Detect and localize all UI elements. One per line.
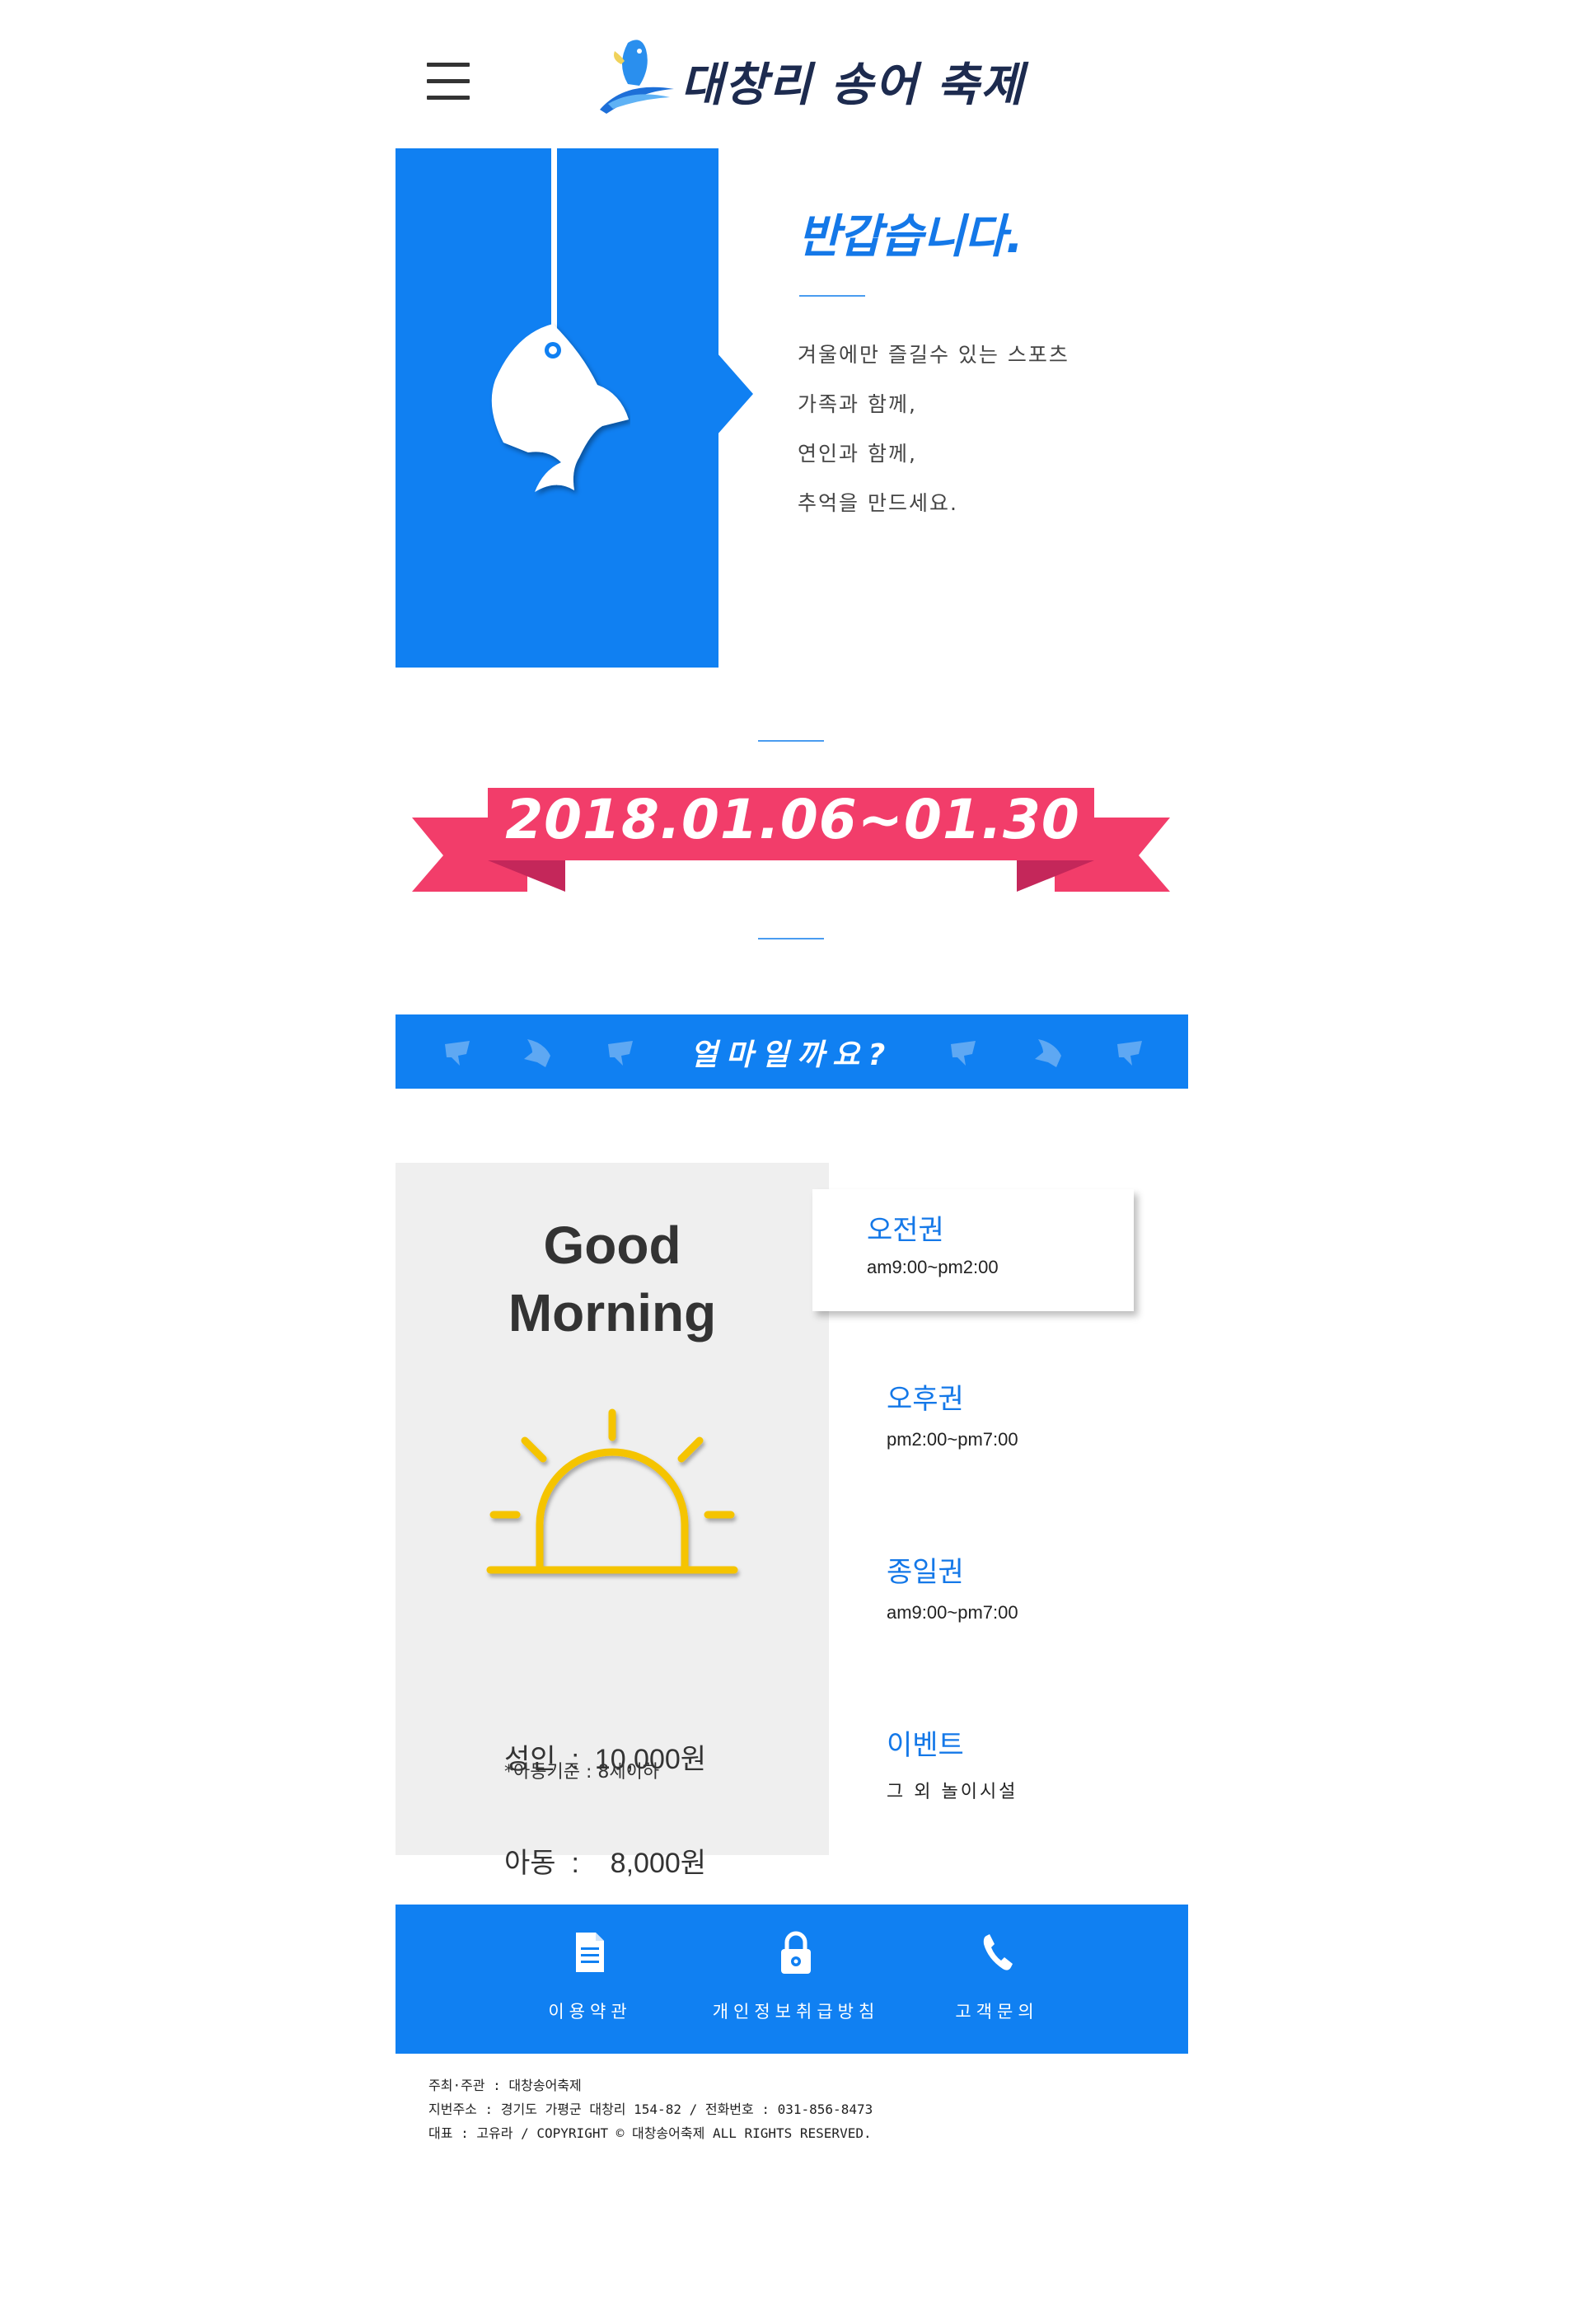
nav-label: 고객문의 — [955, 2002, 1039, 2022]
menu-bar — [427, 79, 470, 83]
child-age-note: *아동기준 : 8세이하 — [504, 1762, 660, 1783]
menu-bar — [427, 96, 470, 100]
ticket-afternoon[interactable]: 오후권 pm2:00~pm7:00 — [887, 1376, 1150, 1467]
intro-line: 연인과 함께, — [798, 442, 917, 466]
ticket-event[interactable]: 이벤트 그 외 놀이시설 — [887, 1722, 1150, 1813]
document-icon — [576, 1933, 604, 1972]
fish-logo-icon — [600, 40, 674, 114]
divider — [799, 295, 865, 297]
ticket-title: 오후권 — [887, 1384, 964, 1415]
fish-icon — [951, 1041, 976, 1066]
hamburger-menu-button[interactable] — [427, 63, 470, 101]
child-price: 아동 : 8,000원 — [504, 1848, 707, 1879]
divider — [758, 938, 824, 939]
festival-dates: 2018.01.06~01.30 — [505, 788, 1080, 851]
fish-icon — [1035, 1039, 1061, 1067]
lock-icon — [781, 1931, 811, 1974]
pricing-banner: 얼마일까요? — [396, 1014, 1188, 1089]
ticket-title: 오전권 — [867, 1215, 944, 1246]
ticket-time: pm2:00~pm7:00 — [887, 1429, 1018, 1450]
footer-info: 주최·주관 : 대창송어축제 지번주소 : 경기도 가평군 대창리 154-82… — [428, 2073, 873, 2145]
sunrise-icon — [486, 1408, 738, 1574]
customer-inquiry-link[interactable]: 고객문의 — [939, 1929, 1055, 2023]
greeting-line: Good — [543, 1216, 681, 1275]
footer-nav: 이용약관 개인정보취급방침 고객문의 — [396, 1905, 1188, 2054]
logo-title: 대창리 송어 축제 — [681, 59, 1025, 112]
footer-line: 지번주소 : 경기도 가평군 대창리 154-82 / 전화번호 : 031-8… — [428, 2101, 873, 2117]
ticket-time: 그 외 놀이시설 — [887, 1782, 1018, 1802]
footer-line: 대표 : 고유라 / COPYRIGHT © 대창송어축제 ALL RIGHTS… — [428, 2125, 872, 2141]
price-list: 성인 : 10,000원 아동 : 8,000원 — [504, 1673, 706, 1915]
hanging-fish-icon — [491, 324, 629, 492]
pricing-banner-title: 얼마일까요? — [690, 1038, 894, 1072]
ticket-title: 이벤트 — [887, 1730, 964, 1761]
ticket-time: am9:00~pm7:00 — [887, 1602, 1018, 1623]
intro-line: 추억을 만드세요. — [798, 491, 958, 515]
intro-line: 가족과 함께, — [798, 392, 917, 416]
hanging-string — [551, 148, 557, 328]
festival-logo[interactable]: 대창리 송어 축제 — [592, 31, 1023, 122]
menu-bar — [427, 63, 470, 67]
divider — [758, 740, 824, 742]
panel-notch — [717, 353, 753, 435]
greeting-line: Morning — [508, 1283, 717, 1342]
nav-label: 이용약관 — [548, 2002, 632, 2022]
welcome-title: 반갑습니다. — [798, 210, 1023, 264]
phone-icon — [983, 1934, 1013, 1970]
footer-line: 주최·주관 : 대창송어축제 — [428, 2078, 582, 2093]
ticket-morning-card[interactable]: 오전권 am9:00~pm2:00 — [812, 1189, 1134, 1311]
ticket-time: am9:00~pm2:00 — [867, 1257, 999, 1277]
terms-link[interactable]: 이용약관 — [532, 1929, 648, 2023]
ticket-title: 종일권 — [887, 1557, 964, 1588]
intro-line: 겨울에만 즐길수 있는 스포츠 — [798, 343, 1069, 367]
intro-text: 겨울에만 즐길수 있는 스포츠 가족과 함께, 연인과 함께, 추억을 만드세요… — [798, 338, 1069, 536]
greeting-heading: Good Morning — [396, 1211, 829, 1347]
ticket-full-day[interactable]: 종일권 am9:00~pm7:00 — [887, 1549, 1150, 1640]
privacy-policy-link[interactable]: 개인정보취급방침 — [705, 1929, 887, 2023]
fish-icon — [1117, 1041, 1142, 1066]
nav-label: 개인정보취급방침 — [712, 2002, 880, 2022]
